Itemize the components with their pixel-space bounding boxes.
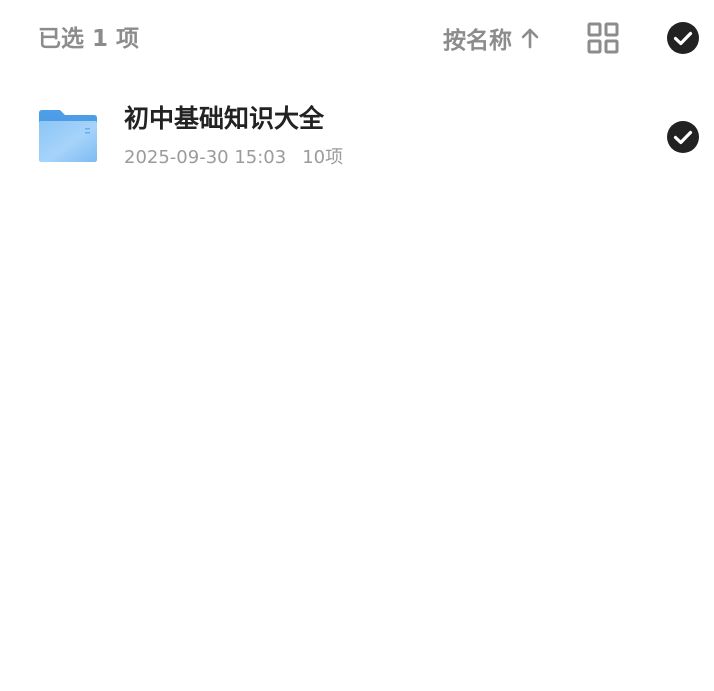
select-all-button[interactable] [666, 21, 700, 55]
row-select-checkbox[interactable] [666, 120, 700, 154]
check-circle-icon [666, 21, 700, 55]
sort-label: 按名称 [443, 28, 512, 54]
file-item-count: 10项 [302, 147, 344, 168]
arrow-up-icon [520, 27, 540, 49]
file-name: 初中基础知识大全 [124, 104, 325, 133]
file-meta: 2025-09-30 15:03 10项 [124, 146, 343, 170]
file-list: 初中基础知识大全 2025-09-30 15:03 10项 [0, 88, 714, 188]
sort-by-name-button[interactable]: 按名称 [443, 22, 540, 54]
selection-header: 已选 1 项 按名称 [0, 0, 714, 76]
selected-count-label: 已选 1 项 [38, 26, 140, 52]
check-circle-icon [666, 120, 700, 154]
list-item[interactable]: 初中基础知识大全 2025-09-30 15:03 10项 [0, 88, 714, 188]
grid-view-icon [586, 21, 620, 55]
file-date: 2025-09-30 15:03 [124, 147, 287, 168]
folder-icon [38, 109, 98, 163]
grid-view-toggle[interactable] [586, 21, 620, 55]
